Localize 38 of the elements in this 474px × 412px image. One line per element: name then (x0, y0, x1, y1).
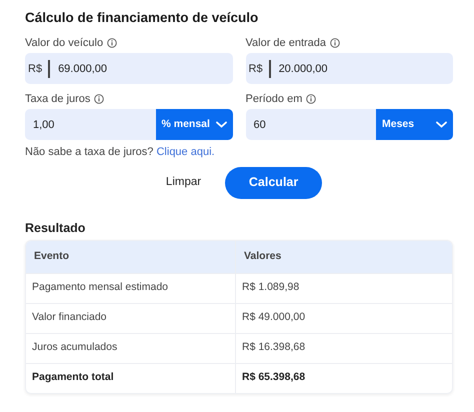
info-icon[interactable] (330, 38, 340, 48)
chevron-down-icon (216, 121, 226, 128)
info-icon[interactable] (94, 94, 104, 104)
table-cell: R$ 16.398,68 (235, 334, 452, 363)
hint-text: Não sabe a taxa de juros? Clique aqui. (25, 145, 216, 160)
input-group[interactable]: 1,00 % mensal (25, 109, 232, 140)
section-title: Resultado (25, 220, 86, 236)
info-icon[interactable] (107, 38, 118, 48)
input-field[interactable]: 20.000,00 (270, 53, 453, 84)
field-label: Valor do veículo (25, 36, 104, 51)
chevron-down-icon (436, 121, 447, 128)
currency-prefix: R$ (246, 60, 271, 78)
field-label: Taxa de juros (25, 92, 90, 107)
input-group[interactable]: R$ 69.000,00 (25, 53, 232, 84)
hint-link[interactable]: Clique aqui. (156, 146, 215, 158)
table-cell-text: Pagamento total (31, 370, 115, 386)
table-cell-text: Juros acumulados (31, 340, 118, 356)
table-cell: R$ 1.089,98 (235, 274, 452, 303)
input-field[interactable]: 69.000,00 (50, 53, 232, 84)
input-group[interactable]: R$ 20.000,00 (246, 53, 453, 84)
unit-dropdown[interactable]: % mensal (156, 109, 232, 140)
table-cell-text: Valor financiado (31, 310, 108, 326)
info-icon[interactable] (306, 94, 316, 104)
page-title: Cálculo de financiamento de veículo (25, 10, 260, 26)
column-header: Evento (33, 248, 70, 264)
unit-dropdown[interactable]: Meses (376, 109, 453, 140)
currency-prefix: R$ (25, 60, 50, 78)
input-group[interactable]: 60 Meses (246, 109, 453, 140)
table-cell: R$ 65.398,68 (235, 364, 452, 393)
clear-button[interactable]: Limpar (156, 170, 212, 196)
field-label: Período em (246, 92, 302, 107)
table-cell-text: Pagamento mensal estimado (31, 280, 169, 296)
calculate-button[interactable]: Calcular (225, 166, 322, 199)
input-field[interactable]: 1,00 (25, 109, 156, 140)
column-header: Valores (235, 240, 452, 273)
input-field[interactable]: 60 (246, 109, 376, 140)
field-label: Valor de entrada (246, 36, 326, 51)
table-cell: R$ 49.000,00 (235, 304, 452, 333)
